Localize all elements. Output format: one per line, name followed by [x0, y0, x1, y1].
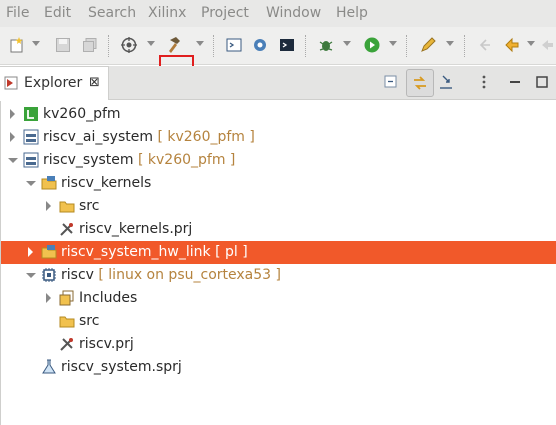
menu-bar: File Edit Search Xilinx Project Window H… — [0, 0, 556, 27]
previous-dropdown-icon[interactable] — [527, 41, 535, 46]
src-folder-icon — [59, 313, 75, 329]
sprj-file-icon — [41, 359, 57, 375]
expand-icon[interactable] — [46, 293, 51, 303]
tree-item-decoration: [ kv260_pfm ] — [138, 152, 236, 168]
bug-icon[interactable] — [316, 35, 336, 55]
target-icon[interactable] — [119, 35, 139, 55]
expand-icon[interactable] — [28, 247, 33, 257]
kernel-folder-icon — [41, 175, 57, 191]
explorer-tab-bar: Explorer ⊠ — [0, 66, 556, 100]
menu-window[interactable]: Window — [266, 5, 321, 21]
tree-item-riscv[interactable]: riscv [ linux on psu_cortexa53 ] — [1, 264, 556, 287]
prj-file-icon — [59, 221, 75, 237]
tree-item-label: src — [79, 313, 100, 329]
platform-icon — [23, 106, 39, 122]
tree-item-label: riscv_system.sprj — [61, 359, 182, 375]
link-with-editor-icon[interactable] — [406, 69, 434, 97]
tree-item-label: riscv — [61, 267, 94, 283]
explorer-icon — [4, 75, 20, 91]
tab-explorer[interactable]: Explorer ⊠ — [0, 66, 109, 100]
menu-help[interactable]: Help — [336, 5, 368, 21]
explorer-tree: kv260_pfm riscv_ai_system [ kv260_pfm ] … — [0, 101, 556, 425]
close-icon[interactable]: ⊠ — [89, 75, 100, 90]
run-icon[interactable] — [362, 35, 382, 55]
tree-item-riscv-prj[interactable]: riscv.prj — [1, 333, 556, 356]
tree-item-src[interactable]: src — [1, 195, 556, 218]
save-all-icon[interactable] — [80, 35, 100, 55]
hw-link-folder-icon — [41, 244, 57, 260]
processor-icon — [41, 267, 57, 283]
maximize-icon[interactable] — [532, 72, 552, 92]
tree-item-label: riscv.prj — [79, 336, 134, 352]
tree-item-label: riscv_kernels — [61, 175, 152, 191]
system-project-icon — [23, 152, 39, 168]
tree-item-riscv-ai-system[interactable]: riscv_ai_system [ kv260_pfm ] — [1, 126, 556, 149]
collapse-all-icon[interactable] — [381, 72, 401, 92]
tree-item-decoration: [ kv260_pfm ] — [157, 129, 255, 145]
previous-icon[interactable] — [502, 35, 522, 55]
tree-item-label: riscv_system — [43, 152, 134, 168]
pen-dropdown-icon[interactable] — [446, 41, 454, 46]
collapse-icon[interactable] — [8, 158, 18, 163]
expand-icon[interactable] — [46, 201, 51, 211]
menu-file[interactable]: File — [6, 5, 29, 21]
minimize-icon[interactable] — [505, 72, 525, 92]
filter-icon[interactable] — [436, 72, 456, 92]
tree-item-label: src — [79, 198, 100, 214]
menu-project[interactable]: Project — [201, 5, 249, 21]
tree-item-label: riscv_ai_system — [43, 129, 154, 145]
main-toolbar — [0, 27, 556, 87]
back-icon[interactable] — [475, 35, 495, 55]
view-menu-icon[interactable] — [474, 72, 494, 92]
includes-icon — [59, 290, 75, 306]
tree-item-decoration: [ linux on psu_cortexa53 ] — [98, 267, 281, 283]
build-hammer-icon[interactable] — [166, 35, 186, 55]
tree-item-riscv-kernels[interactable]: riscv_kernels — [1, 172, 556, 195]
tree-item-decoration: [ pl ] — [215, 244, 248, 260]
console-icon[interactable] — [277, 35, 297, 55]
tree-item-label: riscv_system_hw_link — [61, 244, 211, 260]
terminal-icon[interactable] — [224, 35, 244, 55]
expand-icon[interactable] — [10, 132, 15, 142]
tree-item-label: Includes — [79, 290, 138, 306]
tree-item-riscv-kernels-prj[interactable]: riscv_kernels.prj — [1, 218, 556, 241]
tree-item-label: kv260_pfm — [43, 106, 121, 122]
expand-icon[interactable] — [10, 109, 15, 119]
tree-item-src[interactable]: src — [1, 310, 556, 333]
new-icon[interactable] — [7, 35, 27, 55]
debug-dropdown-icon[interactable] — [343, 41, 351, 46]
run-dropdown-icon[interactable] — [389, 41, 397, 46]
tree-item-riscv-system[interactable]: riscv_system [ kv260_pfm ] — [1, 149, 556, 172]
pen-icon[interactable] — [418, 35, 438, 55]
debug-settings-icon[interactable] — [250, 35, 270, 55]
src-folder-icon — [59, 198, 75, 214]
next-icon[interactable] — [540, 35, 554, 55]
system-project-icon — [23, 129, 39, 145]
menu-search[interactable]: Search — [88, 5, 136, 21]
build-dropdown-icon[interactable] — [196, 41, 204, 46]
tree-item-kv260-pfm[interactable]: kv260_pfm — [1, 103, 556, 126]
menu-edit[interactable]: Edit — [44, 5, 71, 21]
new-dropdown-icon[interactable] — [32, 41, 40, 46]
target-dropdown-icon[interactable] — [147, 41, 155, 46]
tree-item-label: riscv_kernels.prj — [79, 221, 193, 237]
tree-item-riscv-system-sprj[interactable]: riscv_system.sprj — [1, 356, 556, 379]
menu-xilinx[interactable]: Xilinx — [148, 5, 186, 21]
collapse-icon[interactable] — [26, 273, 36, 278]
tree-item-riscv-system-hw-link[interactable]: riscv_system_hw_link [ pl ] — [1, 241, 556, 264]
tree-item-includes[interactable]: Includes — [1, 287, 556, 310]
tab-explorer-label: Explorer — [24, 75, 83, 91]
save-icon[interactable] — [53, 35, 73, 55]
collapse-icon[interactable] — [26, 181, 36, 186]
prj-file-icon — [59, 336, 75, 352]
